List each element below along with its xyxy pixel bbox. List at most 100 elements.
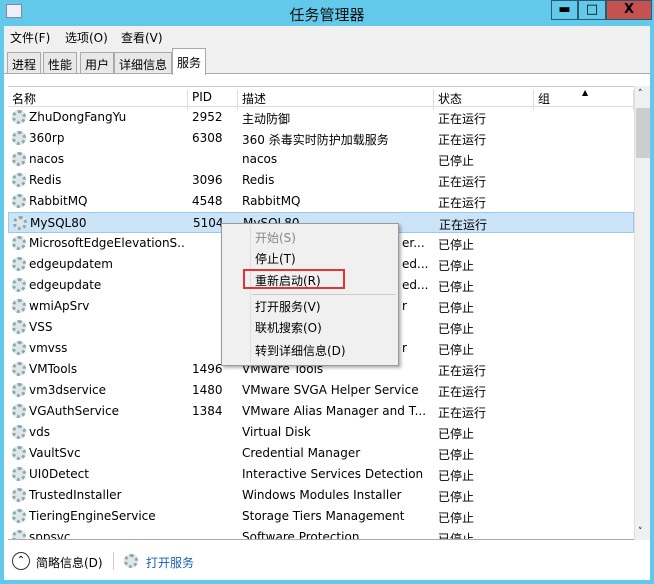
- service-gear-icon: [12, 467, 26, 481]
- menu-file[interactable]: 文件(F): [10, 29, 50, 46]
- service-status: 正在运行: [438, 196, 487, 210]
- sort-ascending-icon: ▲: [582, 88, 589, 97]
- service-status: 已停止: [438, 532, 475, 540]
- service-name: wmiApSrv: [29, 299, 90, 313]
- tab-details[interactable]: 详细信息: [114, 52, 173, 74]
- service-gear-icon: [13, 216, 27, 230]
- service-row[interactable]: VGAuthService 1384 VMware Alias Manager …: [8, 401, 634, 422]
- service-status: 正在运行: [438, 175, 487, 189]
- service-status: 正在运行: [438, 133, 487, 147]
- service-row[interactable]: sppsvc Software Protection 已停止: [8, 527, 634, 540]
- context-menu-item[interactable]: 联机搜索(O): [255, 319, 322, 336]
- service-pid: 1384: [192, 404, 223, 418]
- tab-services[interactable]: 服务: [172, 48, 207, 75]
- menu-view[interactable]: 查看(V): [121, 29, 163, 46]
- service-status: 已停止: [438, 427, 475, 441]
- service-status: 已停止: [438, 259, 475, 273]
- service-status: 已停止: [438, 469, 475, 483]
- scrollbar-thumb[interactable]: [636, 108, 650, 158]
- service-gear-icon: [12, 257, 26, 271]
- service-description: Interactive Services Detection: [242, 467, 424, 481]
- service-pid: 4548: [192, 194, 223, 208]
- collapse-icon[interactable]: ⌃: [12, 552, 30, 570]
- service-gear-icon: [12, 110, 26, 124]
- scroll-up-icon[interactable]: ˄: [638, 89, 643, 99]
- service-row[interactable]: ZhuDongFangYu 2952 主动防御 正在运行: [8, 107, 634, 128]
- service-description: r: [402, 341, 407, 355]
- tab-users[interactable]: 用户: [80, 52, 115, 74]
- service-description: VMware Alias Manager and T...: [242, 404, 427, 418]
- service-row[interactable]: Redis 3096 Redis 正在运行: [8, 170, 634, 191]
- service-gear-icon: [12, 173, 26, 187]
- maximize-button[interactable]: □: [578, 0, 606, 20]
- service-row[interactable]: UI0Detect Interactive Services Detection…: [8, 464, 634, 485]
- service-name: VSS: [29, 320, 53, 334]
- service-status: 已停止: [438, 490, 475, 504]
- service-description: Credential Manager: [242, 446, 361, 460]
- service-name: vm3dservice: [29, 383, 107, 397]
- service-row[interactable]: vm3dservice 1480 VMware SVGA Helper Serv…: [8, 380, 634, 401]
- service-gear-icon: [12, 530, 26, 539]
- service-description: ed...: [402, 257, 429, 271]
- service-name: vmvss: [29, 341, 68, 355]
- service-gear-icon: [12, 299, 26, 313]
- service-description: RabbitMQ: [242, 194, 301, 208]
- service-row[interactable]: vds Virtual Disk 已停止: [8, 422, 634, 443]
- fewer-details-link[interactable]: 简略信息(D): [36, 554, 103, 571]
- tab-performance[interactable]: 性能: [43, 52, 78, 74]
- service-row[interactable]: RabbitMQ 4548 RabbitMQ 正在运行: [8, 191, 634, 212]
- close-button[interactable]: X: [606, 0, 652, 20]
- service-name: UI0Detect: [29, 467, 89, 481]
- service-description: Software Protection: [242, 530, 360, 540]
- service-gear-icon: [12, 194, 26, 208]
- open-services-link[interactable]: 打开服务: [146, 554, 194, 571]
- service-gear-icon: [12, 383, 26, 397]
- service-name: vds: [29, 425, 50, 439]
- service-row[interactable]: nacos nacos 已停止: [8, 149, 634, 170]
- service-description: Redis: [242, 173, 275, 187]
- service-row[interactable]: 360rp 6308 360 杀毒实时防护加载服务 正在运行: [8, 128, 634, 149]
- context-menu-item[interactable]: 停止(T): [255, 250, 296, 267]
- service-status: 已停止: [438, 448, 475, 462]
- tab-bar: 进程 性能 用户 详细信息 服务: [4, 46, 650, 75]
- menu-options[interactable]: 选项(O): [65, 29, 108, 46]
- tab-processes[interactable]: 进程: [7, 52, 42, 74]
- vertical-scrollbar[interactable]: ˄ ˅: [634, 86, 650, 540]
- service-status: 已停止: [438, 511, 475, 525]
- service-name: edgeupdate: [29, 278, 102, 292]
- context-menu-item[interactable]: 打开服务(V): [255, 298, 321, 315]
- service-name: VGAuthService: [29, 404, 119, 418]
- service-name: MySQL80: [30, 216, 87, 230]
- service-description: Virtual Disk: [242, 425, 311, 439]
- service-name: MicrosoftEdgeElevationS...: [29, 236, 185, 250]
- service-row[interactable]: TrustedInstaller Windows Modules Install…: [8, 485, 634, 506]
- context-menu-item[interactable]: 转到详细信息(D): [255, 342, 346, 359]
- service-pid: 6308: [192, 131, 223, 145]
- list-header: 名称 PID 描述 状态 组 ▲: [8, 87, 634, 110]
- context-menu-item[interactable]: 开始(S): [255, 229, 296, 246]
- services-gear-icon: [124, 554, 138, 568]
- service-name: Redis: [29, 173, 62, 187]
- service-name: VMTools: [29, 362, 78, 376]
- service-description: 360 杀毒实时防护加载服务: [242, 133, 389, 147]
- service-status: 已停止: [438, 322, 475, 336]
- service-status: 正在运行: [438, 406, 487, 420]
- service-status: 已停止: [438, 154, 475, 168]
- service-description: nacos: [242, 152, 278, 166]
- service-status: 已停止: [438, 343, 475, 357]
- service-name: ZhuDongFangYu: [29, 110, 127, 124]
- service-gear-icon: [12, 278, 26, 292]
- service-row[interactable]: VaultSvc Credential Manager 已停止: [8, 443, 634, 464]
- minimize-button[interactable]: ▬: [551, 0, 578, 20]
- scroll-down-icon[interactable]: ˅: [638, 527, 643, 537]
- service-name: sppsvc: [29, 530, 71, 540]
- title-bar: 任务管理器 ▬ □ X: [0, 0, 654, 26]
- service-name: nacos: [29, 152, 65, 166]
- context-menu: 开始(S) 停止(T) 重新启动(R) 打开服务(V) 联机搜索(O) 转到详细信息(D): [221, 223, 399, 366]
- menu-bar: 文件(F) 选项(O) 查看(V): [4, 26, 650, 46]
- service-gear-icon: [12, 152, 26, 166]
- service-description: VMware SVGA Helper Service: [242, 383, 419, 397]
- service-status: 正在运行: [439, 218, 488, 232]
- service-gear-icon: [12, 446, 26, 460]
- service-row[interactable]: TieringEngineService Storage Tiers Manag…: [8, 506, 634, 527]
